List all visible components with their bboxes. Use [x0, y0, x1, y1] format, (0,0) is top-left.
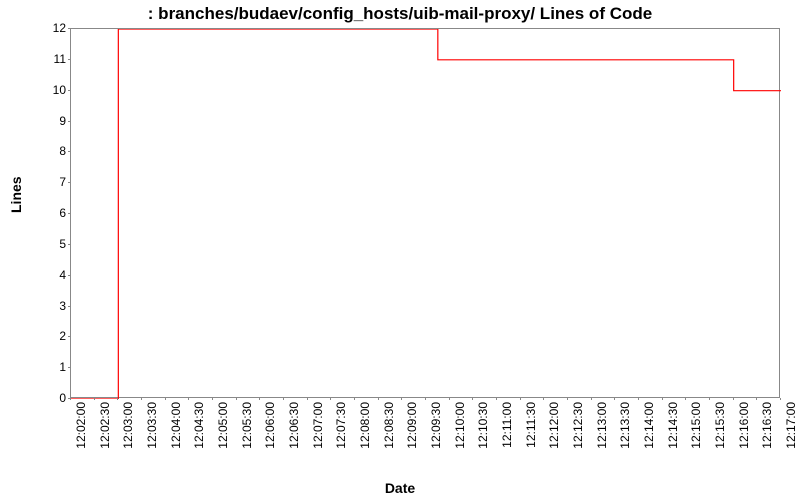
x-tick-mark: [307, 398, 308, 400]
y-tick-mark: [68, 213, 70, 214]
x-tick-mark: [733, 398, 734, 400]
x-tick-mark: [614, 398, 615, 400]
x-tick-label: 12:07:00: [311, 402, 325, 449]
x-tick-label: 12:10:30: [476, 402, 490, 449]
x-tick-mark: [94, 398, 95, 400]
x-tick-mark: [591, 398, 592, 400]
y-tick-mark: [68, 306, 70, 307]
y-tick-mark: [68, 182, 70, 183]
x-tick-mark: [520, 398, 521, 400]
y-tick-mark: [68, 275, 70, 276]
y-tick-mark: [68, 151, 70, 152]
x-tick-label: 12:02:00: [74, 402, 88, 449]
x-tick-mark: [756, 398, 757, 400]
x-tick-label: 12:16:30: [760, 402, 774, 449]
y-tick-label: 1: [36, 360, 66, 374]
y-tick-label: 6: [36, 206, 66, 220]
x-tick-label: 12:14:00: [642, 402, 656, 449]
x-tick-mark: [567, 398, 568, 400]
x-tick-label: 12:07:30: [334, 402, 348, 449]
x-tick-label: 12:16:00: [737, 402, 751, 449]
x-tick-mark: [543, 398, 544, 400]
x-tick-mark: [425, 398, 426, 400]
x-tick-mark: [141, 398, 142, 400]
x-tick-mark: [165, 398, 166, 400]
y-tick-label: 8: [36, 144, 66, 158]
x-tick-mark: [496, 398, 497, 400]
y-tick-mark: [68, 121, 70, 122]
y-tick-mark: [68, 90, 70, 91]
x-tick-mark: [236, 398, 237, 400]
x-tick-label: 12:10:00: [453, 402, 467, 449]
y-tick-label: 3: [36, 299, 66, 313]
data-series-line: [71, 29, 781, 399]
x-tick-mark: [449, 398, 450, 400]
y-tick-label: 5: [36, 237, 66, 251]
y-tick-label: 12: [36, 21, 66, 35]
x-tick-label: 12:11:00: [500, 402, 514, 448]
x-tick-label: 12:05:30: [240, 402, 254, 449]
x-tick-label: 12:12:30: [571, 402, 585, 449]
x-tick-label: 12:15:00: [689, 402, 703, 449]
x-tick-mark: [283, 398, 284, 400]
y-tick-label: 4: [36, 268, 66, 282]
x-tick-label: 12:17:00: [784, 402, 798, 449]
x-tick-mark: [330, 398, 331, 400]
x-tick-mark: [709, 398, 710, 400]
x-tick-label: 12:06:30: [287, 402, 301, 449]
x-tick-mark: [188, 398, 189, 400]
x-tick-mark: [638, 398, 639, 400]
x-tick-label: 12:02:30: [98, 402, 112, 449]
line-chart-svg: [71, 29, 781, 399]
x-tick-label: 12:13:00: [595, 402, 609, 449]
chart-title: : branches/budaev/config_hosts/uib-mail-…: [0, 4, 800, 24]
x-axis-label: Date: [0, 480, 800, 496]
y-tick-label: 7: [36, 175, 66, 189]
x-tick-mark: [685, 398, 686, 400]
y-tick-mark: [68, 59, 70, 60]
x-tick-mark: [780, 398, 781, 400]
x-tick-label: 12:08:00: [358, 402, 372, 449]
y-tick-label: 9: [36, 114, 66, 128]
y-tick-label: 11: [36, 52, 66, 66]
y-tick-mark: [68, 336, 70, 337]
x-tick-label: 12:08:30: [382, 402, 396, 449]
y-tick-mark: [68, 28, 70, 29]
y-tick-mark: [68, 244, 70, 245]
plot-area: [70, 28, 780, 398]
x-tick-mark: [259, 398, 260, 400]
x-tick-label: 12:13:30: [618, 402, 632, 449]
y-tick-label: 2: [36, 329, 66, 343]
x-tick-label: 12:11:30: [524, 402, 538, 448]
x-tick-label: 12:04:30: [192, 402, 206, 449]
x-tick-label: 12:06:00: [263, 402, 277, 449]
x-tick-mark: [472, 398, 473, 400]
x-tick-label: 12:12:00: [547, 402, 561, 449]
x-tick-mark: [212, 398, 213, 400]
y-axis-label: Lines: [8, 176, 24, 213]
x-tick-mark: [70, 398, 71, 400]
y-tick-label: 10: [36, 83, 66, 97]
x-tick-label: 12:09:30: [429, 402, 443, 449]
x-tick-label: 12:04:00: [169, 402, 183, 449]
x-tick-mark: [401, 398, 402, 400]
x-tick-mark: [662, 398, 663, 400]
x-tick-label: 12:03:00: [121, 402, 135, 449]
x-tick-mark: [117, 398, 118, 400]
y-tick-mark: [68, 367, 70, 368]
x-tick-label: 12:09:00: [405, 402, 419, 449]
y-tick-label: 0: [36, 391, 66, 405]
x-tick-label: 12:05:00: [216, 402, 230, 449]
x-tick-mark: [378, 398, 379, 400]
x-tick-label: 12:14:30: [666, 402, 680, 449]
x-tick-mark: [354, 398, 355, 400]
x-tick-label: 12:15:30: [713, 402, 727, 449]
x-tick-label: 12:03:30: [145, 402, 159, 449]
